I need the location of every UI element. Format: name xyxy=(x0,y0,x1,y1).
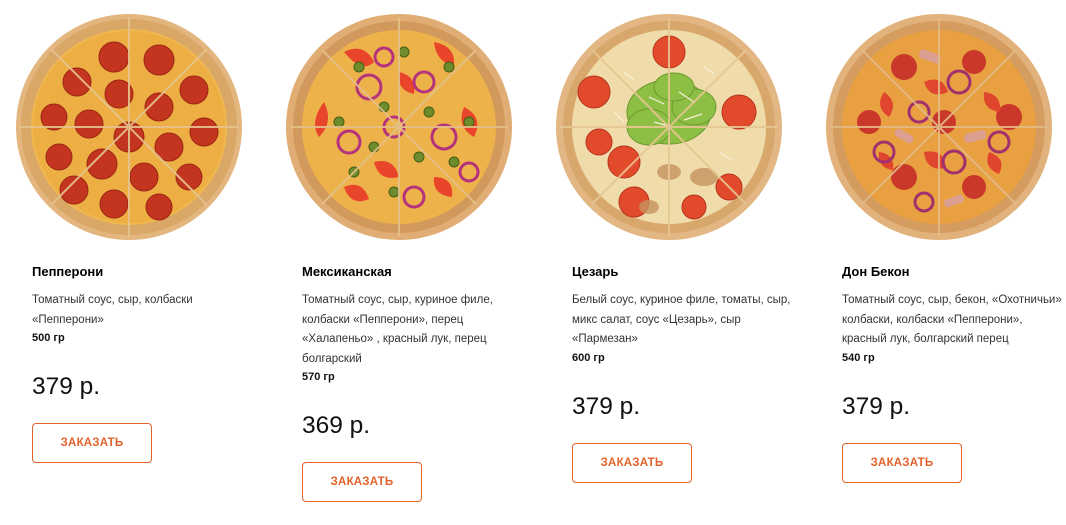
product-description: Томатный соус, сыр, колбаски «Пепперони» xyxy=(32,294,193,326)
product-weight: 500 гр xyxy=(32,332,65,344)
order-button[interactable]: ЗАКАЗАТЬ xyxy=(302,462,422,502)
product-info: Дон Бекон Томатный соус, сыр, бекон, «Ох… xyxy=(842,263,1064,483)
pepperoni-pizza-image[interactable] xyxy=(14,12,244,242)
product-description: Томатный соус, сыр, куриное филе, колбас… xyxy=(302,294,493,365)
product-info: Цезарь Белый соус, куриное филе, томаты,… xyxy=(572,263,794,483)
caesar-pizza-image[interactable] xyxy=(554,12,784,242)
order-button[interactable]: ЗАКАЗАТЬ xyxy=(32,423,152,463)
product-price: 379 р. xyxy=(32,373,101,400)
product-title: Пепперони xyxy=(32,264,104,279)
product-price: 369 р. xyxy=(302,412,371,439)
don-bacon-pizza-image[interactable] xyxy=(824,12,1054,242)
product-title: Цезарь xyxy=(572,264,619,279)
product-title: Мексиканская xyxy=(302,264,392,279)
product-info: Мексиканская Томатный соус, сыр, куриное… xyxy=(302,263,524,502)
mexican-pizza-image[interactable] xyxy=(284,12,514,242)
product-info: Пепперони Томатный соус, сыр, колбаски «… xyxy=(32,263,254,463)
product-price: 379 р. xyxy=(572,392,641,420)
product-description: Томатный соус, сыр, бекон, «Охотничьи» к… xyxy=(842,294,1062,345)
product-title: Дон Бекон xyxy=(842,264,910,279)
product-weight: 540 гр xyxy=(842,351,875,364)
product-weight: 600 гр xyxy=(572,351,605,364)
order-button[interactable]: ЗАКАЗАТЬ xyxy=(842,442,962,483)
product-weight: 570 гр xyxy=(302,371,335,383)
order-button[interactable]: ЗАКАЗАТЬ xyxy=(572,442,692,483)
product-description: Белый соус, куриное филе, томаты, сыр, м… xyxy=(572,294,791,345)
product-price: 379 р. xyxy=(842,392,911,420)
